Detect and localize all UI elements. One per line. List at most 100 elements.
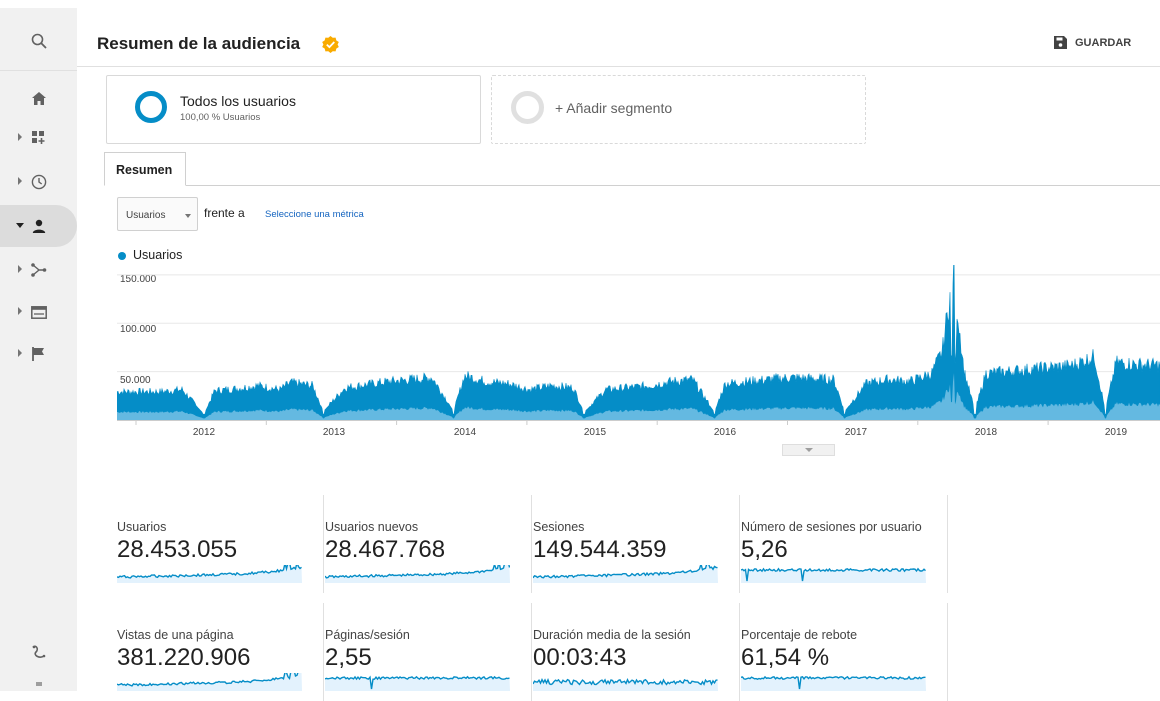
- metric-tile[interactable]: Porcentaje de rebote 61,54 %: [741, 603, 948, 701]
- verified-icon: [322, 36, 339, 53]
- save-icon: [1054, 36, 1067, 49]
- left-nav: [0, 0, 77, 691]
- metric-tile[interactable]: Número de sesiones por usuario 5,26: [741, 495, 948, 593]
- metric-label: Duración media de la sesión: [533, 628, 691, 642]
- nav-customization[interactable]: [0, 118, 77, 158]
- nav-top-strip: [0, 0, 77, 8]
- metric-tile[interactable]: Usuarios 28.453.055: [117, 495, 324, 593]
- nav-realtime[interactable]: [0, 162, 77, 202]
- metric-sparkline: [533, 677, 718, 691]
- nav-audience[interactable]: [0, 205, 77, 247]
- search-button[interactable]: [0, 21, 77, 61]
- metric-value: 28.453.055: [117, 536, 238, 563]
- nav-admin[interactable]: [0, 672, 77, 691]
- expand-caret-icon: [18, 177, 22, 185]
- select-metric-link[interactable]: Seleccione una métrica: [265, 209, 364, 220]
- users-chart-plot[interactable]: [117, 265, 1160, 455]
- page-title: Resumen de la audiencia: [97, 34, 301, 53]
- chevron-down-icon: [185, 214, 191, 218]
- nav-discover[interactable]: [0, 632, 77, 672]
- expand-caret-icon: [18, 307, 22, 315]
- acquisition-icon: [30, 263, 46, 277]
- metric-sparkline: [741, 567, 926, 583]
- x-tick-label: 2016: [713, 427, 737, 438]
- report-header: Resumen de la audiencia GUARDAR: [77, 8, 1160, 67]
- expand-caret-icon: [18, 133, 22, 141]
- add-segment-button[interactable]: + Añadir segmento: [491, 75, 866, 144]
- legend-dot-icon: [118, 252, 126, 260]
- nav-home[interactable]: [0, 78, 77, 118]
- save-label: GUARDAR: [1075, 36, 1132, 49]
- metric-label: Sesiones: [533, 520, 585, 534]
- search-icon: [31, 33, 47, 49]
- tab-summary[interactable]: Resumen: [104, 152, 186, 186]
- add-segment-label: + Añadir segmento: [555, 100, 673, 116]
- expand-caret-icon: [18, 349, 22, 357]
- tab-bar-line: [104, 185, 1160, 186]
- metric-sparkline: [117, 565, 302, 583]
- metric-tile[interactable]: Sesiones 149.544.359: [533, 495, 740, 593]
- discover-icon: [31, 645, 45, 658]
- x-tick-label: 2018: [974, 427, 998, 438]
- nav-divider: [0, 70, 77, 71]
- metric-sparkline: [117, 673, 302, 691]
- x-tick-label: 2017: [844, 427, 868, 438]
- x-tick-label: 2013: [322, 427, 346, 438]
- metric-label: Usuarios nuevos: [325, 520, 419, 534]
- users-series-area: [117, 265, 1160, 421]
- dashboard-icon: [31, 131, 44, 144]
- person-icon: [32, 219, 45, 233]
- metric-label: Número de sesiones por usuario: [741, 520, 922, 534]
- clock-icon: [31, 174, 46, 190]
- metric-tile[interactable]: Duración media de la sesión 00:03:43: [533, 603, 740, 701]
- users-chart: Usuarios 150.000 100.000 50.000 2012 201…: [77, 240, 1160, 460]
- metric-sparkline: [325, 675, 510, 691]
- tab-summary-label: Resumen: [116, 163, 173, 177]
- metric-select-value: Usuarios: [126, 210, 166, 221]
- nav-behavior[interactable]: [0, 292, 77, 332]
- sparkline-fill: [117, 673, 302, 691]
- segment-name: Todos los usuarios: [180, 93, 296, 109]
- x-tick-label: 2015: [583, 427, 607, 438]
- metric-value: 381.220.906: [117, 644, 251, 671]
- chart-expand-handle[interactable]: [782, 444, 835, 456]
- nav-acquisition[interactable]: [0, 250, 77, 290]
- metric-select[interactable]: Usuarios: [117, 197, 198, 231]
- metric-tile[interactable]: Vistas de una página 381.220.906: [117, 603, 324, 701]
- expand-caret-icon: [18, 265, 22, 273]
- nav-conversions[interactable]: [0, 334, 77, 374]
- metric-value: 28.467.768: [325, 536, 446, 563]
- save-button[interactable]: GUARDAR: [1054, 36, 1131, 49]
- x-tick-label: 2012: [192, 427, 216, 438]
- metric-label: Vistas de una página: [117, 628, 234, 642]
- metric-label: Usuarios: [117, 520, 167, 534]
- metric-sparkline: [325, 565, 510, 583]
- segment-percentage: 100,00 % Usuarios: [180, 112, 261, 123]
- metric-tile[interactable]: Usuarios nuevos 28.467.768: [325, 495, 532, 593]
- metric-value: 00:03:43: [533, 644, 627, 671]
- metric-value: 2,55: [325, 644, 372, 671]
- chevron-down-icon: [805, 448, 813, 452]
- versus-label: frente a: [204, 206, 245, 220]
- metric-value: 5,26: [741, 536, 788, 563]
- x-tick-label: 2019: [1104, 427, 1128, 438]
- metric-value: 149.544.359: [533, 536, 667, 563]
- metric-label: Porcentaje de rebote: [741, 628, 858, 642]
- collapse-caret-icon: [16, 223, 24, 228]
- metric-tile[interactable]: Páginas/sesión 2,55: [325, 603, 532, 701]
- metric-label: Páginas/sesión: [325, 628, 410, 642]
- segment-ring-icon: [135, 91, 167, 123]
- metric-sparkline: [533, 565, 718, 583]
- segment-all-users[interactable]: Todos los usuarios 100,00 % Usuarios: [106, 75, 481, 144]
- main-content: Resumen de la audiencia GUARDAR Todos lo…: [77, 0, 1160, 701]
- legend-label: Usuarios: [133, 248, 183, 262]
- x-tick-label: 2014: [453, 427, 477, 438]
- gear-icon: [35, 681, 42, 686]
- flag-icon: [32, 347, 44, 361]
- behavior-icon: [30, 305, 47, 319]
- sparkline-fill: [117, 565, 302, 583]
- empty-segment-ring-icon: [511, 91, 544, 124]
- metric-value: 61,54 %: [741, 644, 830, 671]
- sparkline-fill: [533, 679, 718, 691]
- metric-sparkline: [741, 675, 926, 691]
